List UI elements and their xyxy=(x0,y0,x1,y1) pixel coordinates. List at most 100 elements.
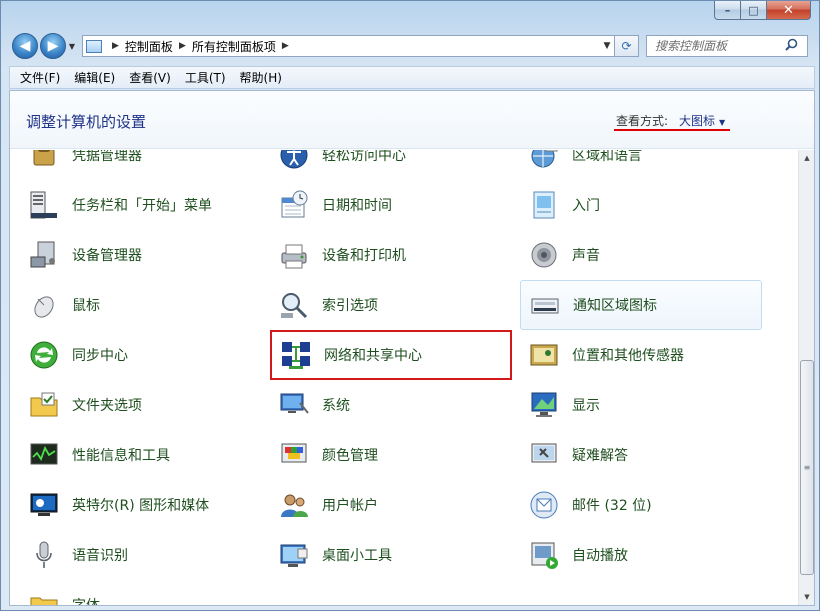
control-panel-item[interactable]: 语音识别 xyxy=(20,530,262,580)
forward-button[interactable]: ▶ xyxy=(40,33,66,59)
system-icon xyxy=(278,389,310,421)
scrollbar-thumb[interactable]: ≡ xyxy=(800,360,814,575)
menu-tools[interactable]: 工具(T) xyxy=(177,67,232,88)
control-panel-item[interactable]: 性能信息和工具 xyxy=(20,430,262,480)
control-panel-item-label: 设备和打印机 xyxy=(322,248,406,264)
control-panel-item-label: 同步中心 xyxy=(72,348,128,364)
user-accounts-icon xyxy=(278,489,310,521)
items-row: 鼠标 索引选项 通知区域图标 xyxy=(20,280,790,330)
control-panel-item[interactable]: 位置和其他传感器 xyxy=(520,330,762,380)
control-panel-item[interactable]: 自动播放 xyxy=(520,530,762,580)
control-panel-item-label: 位置和其他传感器 xyxy=(572,348,684,364)
items-row: 英特尔(R) 图形和媒体 用户帐户 邮件 (32 位) xyxy=(20,480,790,530)
control-panel-item[interactable]: 轻松访问中心 xyxy=(270,150,512,180)
control-panel-item[interactable]: 邮件 (32 位) xyxy=(520,480,762,530)
search-box[interactable] xyxy=(646,35,808,57)
autoplay-icon xyxy=(528,539,560,571)
breadcrumb-control-panel[interactable]: 控制面板 xyxy=(125,38,173,55)
control-panel-item-label: 凭据管理器 xyxy=(72,150,142,164)
control-panel-item[interactable]: 鼠标 xyxy=(20,280,262,330)
control-panel-item[interactable]: 同步中心 xyxy=(20,330,262,380)
scroll-down-icon[interactable]: ▼ xyxy=(799,589,815,605)
search-icon[interactable] xyxy=(785,38,798,54)
control-panel-item[interactable]: 入门 xyxy=(520,180,762,230)
control-panel-icon xyxy=(86,39,102,53)
recent-pages-button[interactable]: ▼ xyxy=(66,33,78,59)
back-button[interactable]: ◀ xyxy=(12,33,38,59)
caption-buttons: – □ ✕ xyxy=(714,1,811,20)
getting-started-icon xyxy=(528,189,560,221)
control-panel-item-label: 字体 xyxy=(72,595,100,605)
control-panel-item[interactable]: 显示 xyxy=(520,380,762,430)
control-panel-item[interactable]: 文件夹选项 xyxy=(20,380,262,430)
content-header: 调整计算机的设置 查看方式: 大图标 ▼ xyxy=(10,91,814,149)
region-language-icon xyxy=(528,150,560,171)
address-bar[interactable]: ▶ 控制面板 ▶ 所有控制面板项 ▶ ▼ xyxy=(82,35,615,57)
mail-icon xyxy=(528,489,560,521)
control-panel-item-label: 通知区域图标 xyxy=(573,298,657,314)
control-panel-item[interactable]: 英特尔(R) 图形和媒体 xyxy=(20,480,262,530)
items-row: 同步中心 网络和共享中心 位置和其他传感器 xyxy=(20,330,790,380)
control-panel-item[interactable]: 桌面小工具 xyxy=(270,530,512,580)
control-panel-item-label: 语音识别 xyxy=(72,548,128,564)
control-panel-item[interactable]: 网络和共享中心 xyxy=(270,330,512,380)
items-row: 性能信息和工具 颜色管理 疑难解答 xyxy=(20,430,790,480)
scroll-up-icon[interactable]: ▲ xyxy=(799,150,815,166)
navigation-bar: ◀ ▶ ▼ ▶ 控制面板 ▶ 所有控制面板项 ▶ ▼ ⟳ xyxy=(9,31,815,61)
arrow-right-icon: ▶ xyxy=(47,38,59,54)
search-input[interactable] xyxy=(655,39,783,53)
control-panel-item[interactable]: 颜色管理 xyxy=(270,430,512,480)
control-panel-item[interactable]: 声音 xyxy=(520,230,762,280)
control-panel-item[interactable]: 用户帐户 xyxy=(270,480,512,530)
view-mode-value[interactable]: 大图标 xyxy=(679,114,715,128)
breadcrumb-all-items[interactable]: 所有控制面板项 xyxy=(192,38,276,55)
vertical-scrollbar[interactable]: ▲ ≡ ▼ xyxy=(798,150,814,605)
breadcrumb-separator-icon[interactable]: ▶ xyxy=(179,41,186,51)
control-panel-item[interactable]: A 字体 xyxy=(20,580,262,605)
control-panel-item-label: 颜色管理 xyxy=(322,448,378,464)
annotation-underline xyxy=(614,129,730,131)
arrow-left-icon: ◀ xyxy=(19,38,31,54)
folder-options-icon xyxy=(28,389,60,421)
breadcrumb-separator-icon[interactable]: ▶ xyxy=(112,41,119,51)
items-row: 文件夹选项 系统 显示 xyxy=(20,380,790,430)
items-row: 语音识别 桌面小工具 自动播放 xyxy=(20,530,790,580)
address-dropdown-icon[interactable]: ▼ xyxy=(600,41,614,51)
control-panel-item-label: 用户帐户 xyxy=(322,498,378,514)
control-panel-item[interactable]: 任务栏和「开始」菜单 xyxy=(20,180,262,230)
control-panel-item[interactable]: 设备和打印机 xyxy=(270,230,512,280)
control-panel-item[interactable]: 区域和语言 xyxy=(520,150,762,180)
display-icon xyxy=(528,389,560,421)
maximize-button[interactable]: □ xyxy=(741,1,767,20)
control-panel-item[interactable]: 通知区域图标 xyxy=(520,280,762,330)
control-panel-item-label: 桌面小工具 xyxy=(322,548,392,564)
menu-edit[interactable]: 编辑(E) xyxy=(66,67,121,88)
control-panel-item-label: 疑难解答 xyxy=(572,448,628,464)
control-panel-item-label: 入门 xyxy=(572,198,600,214)
close-button[interactable]: ✕ xyxy=(767,1,811,20)
svg-text:A: A xyxy=(37,603,47,605)
control-panel-item[interactable]: 凭据管理器 xyxy=(20,150,262,180)
menu-help[interactable]: 帮助(H) xyxy=(232,67,288,88)
control-panel-item[interactable]: 设备管理器 xyxy=(20,230,262,280)
control-panel-item[interactable]: 系统 xyxy=(270,380,512,430)
devices-printers-icon xyxy=(278,239,310,271)
items-row: 凭据管理器 轻松访问中心 区域和语言 xyxy=(20,150,790,180)
refresh-button[interactable]: ⟳ xyxy=(615,35,639,57)
control-panel-item[interactable]: 疑难解答 xyxy=(520,430,762,480)
menu-view[interactable]: 查看(V) xyxy=(121,67,177,88)
control-panel-item[interactable]: 日期和时间 xyxy=(270,180,512,230)
breadcrumb-separator-icon[interactable]: ▶ xyxy=(282,41,289,51)
control-panel-item[interactable]: 索引选项 xyxy=(270,280,512,330)
control-panel-item-label: 显示 xyxy=(572,398,600,414)
caret-down-icon[interactable]: ▼ xyxy=(719,118,725,127)
location-sensors-icon xyxy=(528,339,560,371)
view-mode-dropdown[interactable]: 大图标 ▼ xyxy=(679,112,725,129)
sound-icon xyxy=(528,239,560,271)
control-panel-item-label: 英特尔(R) 图形和媒体 xyxy=(72,498,210,514)
color-management-icon xyxy=(278,439,310,471)
troubleshooting-icon xyxy=(528,439,560,471)
minimize-button[interactable]: – xyxy=(714,1,741,20)
control-panel-item-label: 自动播放 xyxy=(572,548,628,564)
menu-file[interactable]: 文件(F) xyxy=(12,67,66,88)
